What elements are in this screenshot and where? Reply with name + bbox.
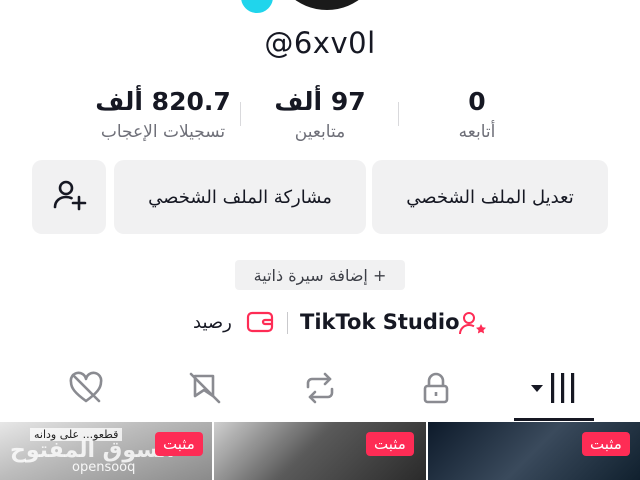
likes-label: تسجيلات الإعجاب: [100, 122, 226, 142]
tab-liked[interactable]: [56, 368, 116, 412]
following-label: أتابعه: [458, 122, 496, 142]
tab-videos[interactable]: [524, 368, 584, 412]
wallet-icon: [246, 311, 274, 337]
add-user-icon: [51, 177, 87, 218]
video-grid: قطعو... على ودانه السوق المفتوح opensooq…: [0, 422, 640, 480]
tab-favorites[interactable]: [175, 368, 235, 412]
studio-person-star-icon: [458, 310, 488, 340]
video-thumbnail[interactable]: مثبت: [428, 422, 640, 480]
pinned-badge: مثبت: [155, 432, 203, 456]
stats-divider: [398, 102, 399, 126]
content-tabs: [0, 360, 640, 422]
stats-divider: [240, 102, 241, 126]
stats-row: 820.7 ألف تسجيلات الإعجاب 97 ألف متابعين…: [0, 85, 640, 149]
avatar-add-badge[interactable]: [238, 0, 276, 16]
tab-reposts[interactable]: [290, 368, 350, 412]
tiktok-studio-link[interactable]: TikTok Studio: [300, 304, 460, 340]
repost-icon: [302, 371, 338, 409]
video-thumbnail[interactable]: مثبت: [214, 422, 426, 480]
tab-private[interactable]: [406, 368, 466, 412]
followers-count: 97 ألف: [274, 87, 366, 116]
following-count: 0: [468, 87, 486, 116]
pinned-badge: مثبت: [582, 432, 630, 456]
selected-tab-indicator: [514, 418, 594, 421]
add-friend-button[interactable]: [32, 160, 106, 234]
followers-label: متابعين: [294, 122, 346, 142]
stat-likes[interactable]: 820.7 ألف تسجيلات الإعجاب: [78, 85, 248, 145]
avatar[interactable]: [272, 0, 382, 10]
bookmark-hidden-icon: [187, 371, 223, 409]
pinned-badge: مثبت: [366, 432, 414, 456]
edit-profile-button[interactable]: تعديل الملف الشخصي: [372, 160, 608, 234]
stat-following[interactable]: 0 أتابعه: [392, 85, 562, 145]
video-thumbnail[interactable]: قطعو... على ودانه السوق المفتوح opensooq…: [0, 422, 212, 480]
balance-link[interactable]: رصيد: [193, 304, 232, 340]
share-profile-button[interactable]: مشاركة الملف الشخصي: [114, 160, 366, 234]
likes-count: 820.7 ألف: [95, 87, 231, 116]
lock-icon: [420, 371, 452, 409]
stat-followers[interactable]: 97 ألف متابعين: [235, 85, 405, 145]
add-bio-button[interactable]: + إضافة سيرة ذاتية: [235, 260, 405, 290]
liked-hidden-icon: [67, 371, 105, 409]
links-divider: [287, 312, 288, 334]
profile-links: TikTok Studio رصيد: [0, 304, 640, 340]
username: @6xv0l: [264, 26, 376, 60]
grid-icon: [529, 371, 579, 409]
watermark-latin: opensooq: [72, 460, 136, 475]
